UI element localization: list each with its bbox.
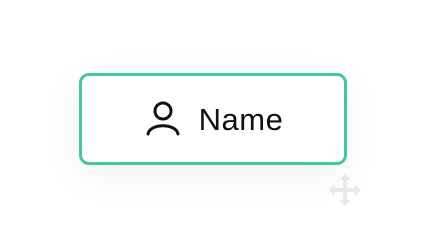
name-field-chip[interactable]: Name: [79, 73, 347, 165]
drag-handle-icon: [325, 170, 365, 210]
person-icon: [143, 99, 183, 139]
field-label: Name: [198, 101, 284, 137]
canvas: Name: [0, 0, 426, 250]
